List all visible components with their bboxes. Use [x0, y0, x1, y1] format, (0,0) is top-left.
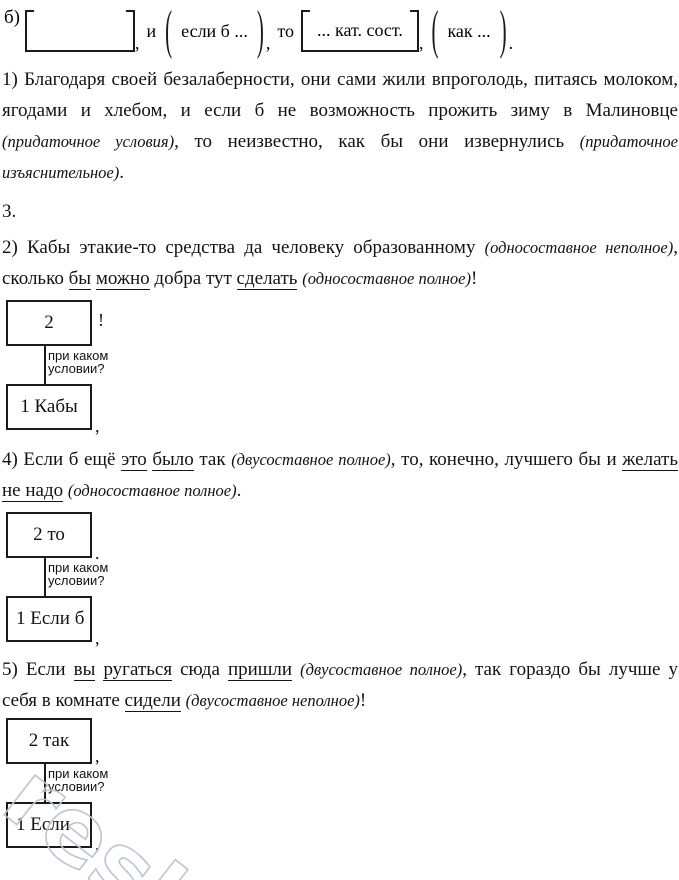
diagram-5-sub-label: 1 Если — [16, 814, 70, 835]
underlined-member: бы — [68, 268, 92, 290]
underlined-member: пришли — [227, 659, 293, 681]
scheme-paren-clause-2: ( как ... ) — [429, 3, 508, 57]
sentence-text: . — [236, 480, 242, 501]
diagram-2-connector-line — [44, 346, 46, 386]
answer-paragraph-1: 1) Благодаря своей безалаберности, они с… — [2, 64, 678, 188]
diagram-4-sub-punct: , — [95, 628, 100, 648]
sentence-text: 2) Кабы этакие-то средства да человеку о… — [2, 237, 485, 258]
diagram-2-main-label: 2 — [44, 312, 54, 333]
answer-paragraph-2: 2) Кабы этакие-то средства да человеку о… — [2, 232, 678, 294]
diagram-4-sub-box: 1 Если б — [6, 596, 92, 642]
diagram-4-sub-label: 1 Если б — [16, 608, 85, 629]
diagram-5-sub-box: 1 Если — [6, 802, 92, 848]
clause-diagram-2: 2 ! при каком условии? 1 Кабы , — [0, 298, 300, 436]
sentence-text: , то неизвестно, как бы они извернулись — [174, 131, 580, 152]
clause-annotation: (односоставное полное) — [302, 269, 471, 288]
diagram-5-connector-line — [44, 764, 46, 804]
clause-diagram-4: 2 то . при каком условии? 1 Если б , — [0, 510, 300, 648]
diagram-2-question-label-line2: условии? — [48, 361, 105, 376]
sentence-text: сюда — [172, 659, 228, 680]
scheme-conjunction-to: то — [277, 20, 294, 41]
scheme-paren-1-text: если б ... — [181, 20, 248, 41]
scheme-conjunction-i: и — [146, 20, 157, 41]
sentence-scheme-line: б) , и ( если б ... ) , то ... кат. сост… — [4, 3, 676, 58]
diagram-4-main-box: 2 то — [6, 512, 92, 558]
underlined-member: сделать — [236, 268, 298, 290]
clause-annotation: (односоставное полное) — [67, 481, 237, 500]
sentence-text: 4) Если б ещё — [2, 449, 122, 470]
underlined-member: ругаться — [103, 659, 173, 681]
scheme-bracket-clause-1 — [25, 10, 135, 52]
scheme-comma-2: , — [265, 33, 271, 53]
scheme-period: . — [508, 33, 514, 53]
sentence-text: так — [193, 449, 232, 470]
scheme-paren-clause-1: ( если б ... ) — [163, 3, 266, 57]
diagram-5-sub-punct: , — [95, 834, 100, 854]
sentence-text: ! — [359, 690, 367, 711]
sentence-text: 5) Если — [2, 659, 74, 680]
underlined-member: вы — [73, 659, 96, 681]
section-heading-3: 3. — [2, 201, 17, 222]
sentence-text — [292, 659, 300, 680]
scheme-comma-3: , — [418, 33, 424, 53]
underlined-member: сидели — [124, 690, 181, 712]
scheme-label: б) — [4, 7, 20, 28]
underlined-member: можно — [95, 268, 150, 290]
diagram-2-sub-punct: , — [95, 416, 100, 436]
diagram-2-main-box: 2 — [6, 300, 92, 346]
paren-left-icon: ( — [165, 0, 173, 61]
diagram-5-main-box: 2 так — [6, 718, 92, 764]
underlined-member: было — [152, 449, 194, 471]
sentence-text: 1) Благодаря своей безалаберности, они с… — [2, 69, 678, 121]
answer-paragraph-4: 4) Если б ещё это было так (двусоставное… — [2, 444, 678, 506]
clause-annotation: (двусоставное полное) — [300, 660, 463, 679]
diagram-5-main-label: 2 так — [28, 730, 70, 751]
diagram-2-main-punct: ! — [98, 310, 104, 330]
paren-right-icon: ) — [256, 0, 264, 61]
diagram-5-main-punct: , — [95, 746, 100, 766]
clause-annotation: (двусоставное неполное) — [185, 691, 360, 710]
diagram-4-main-label: 2 то — [33, 524, 65, 545]
scheme-bracket-2-text: ... кат. сост. — [316, 19, 403, 40]
diagram-2-sub-box: 1 Кабы — [6, 384, 92, 430]
clause-annotation: (придаточное условия) — [2, 132, 175, 151]
sentence-text: . — [119, 162, 124, 183]
diagram-4-question-label-line2: условии? — [48, 573, 105, 588]
diagram-4-connector-line — [44, 558, 46, 598]
scheme-bracket-clause-2: ... кат. сост. — [300, 10, 419, 52]
clause-annotation: (односоставное неполное) — [484, 238, 674, 257]
diagram-5-question-label-line2: условии? — [48, 779, 105, 794]
diagram-2-sub-label: 1 Кабы — [20, 396, 78, 417]
sentence-text: ! — [470, 268, 478, 289]
underlined-member: это — [121, 449, 147, 471]
paren-left-icon-2: ( — [431, 0, 439, 61]
clause-diagram-5: 2 так , при каком условии? 1 Если , — [0, 716, 300, 856]
scheme-paren-2-text: как ... — [447, 20, 491, 41]
paren-right-icon-2: ) — [499, 0, 507, 61]
scheme-comma-1: , — [135, 33, 140, 53]
sentence-text: , то, конечно, лучшего бы и — [390, 449, 623, 470]
answer-paragraph-5: 5) Если вы ругаться сюда пришли (двусост… — [2, 654, 678, 716]
clause-annotation: (двусоставное полное) — [231, 450, 391, 469]
sentence-text: добра тут — [149, 268, 237, 289]
